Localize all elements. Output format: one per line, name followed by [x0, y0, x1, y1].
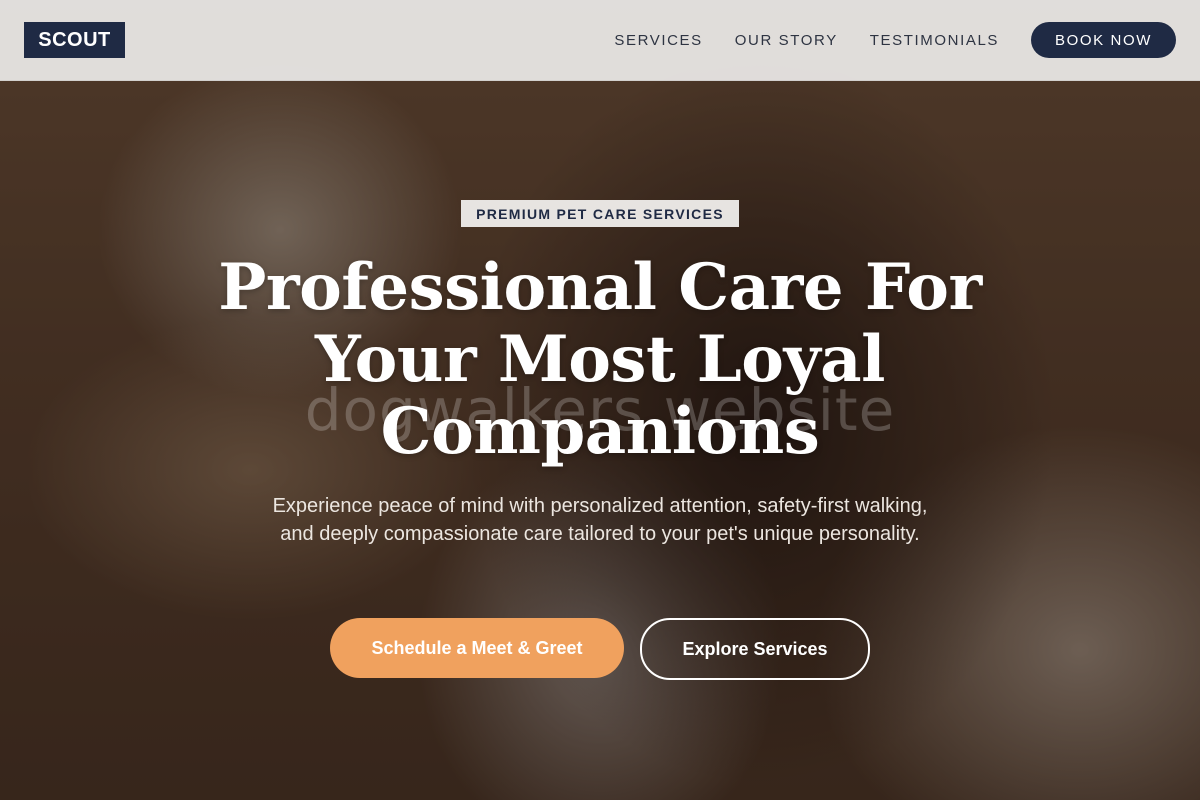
logo[interactable]: SCOUT — [24, 22, 125, 58]
site-header: SCOUT SERVICES OUR STORY TESTIMONIALS BO… — [0, 0, 1200, 81]
hero-headline: Professional Care For Your Most Loyal Co… — [218, 250, 982, 469]
hero-badge: PREMIUM PET CARE SERVICES — [461, 200, 739, 227]
nav-link-our-story[interactable]: OUR STORY — [735, 32, 838, 49]
nav-link-services[interactable]: SERVICES — [614, 32, 702, 49]
book-now-button[interactable]: BOOK NOW — [1031, 22, 1176, 58]
explore-services-button[interactable]: Explore Services — [640, 618, 870, 680]
main-nav: SERVICES OUR STORY TESTIMONIALS BOOK NOW — [614, 0, 1176, 80]
hero-cta-row: Schedule a Meet & Greet Explore Services — [0, 618, 1200, 680]
hero-subtext: Experience peace of mind with personaliz… — [272, 495, 928, 545]
nav-link-testimonials[interactable]: TESTIMONIALS — [870, 32, 999, 49]
schedule-meet-greet-button[interactable]: Schedule a Meet & Greet — [330, 618, 624, 678]
